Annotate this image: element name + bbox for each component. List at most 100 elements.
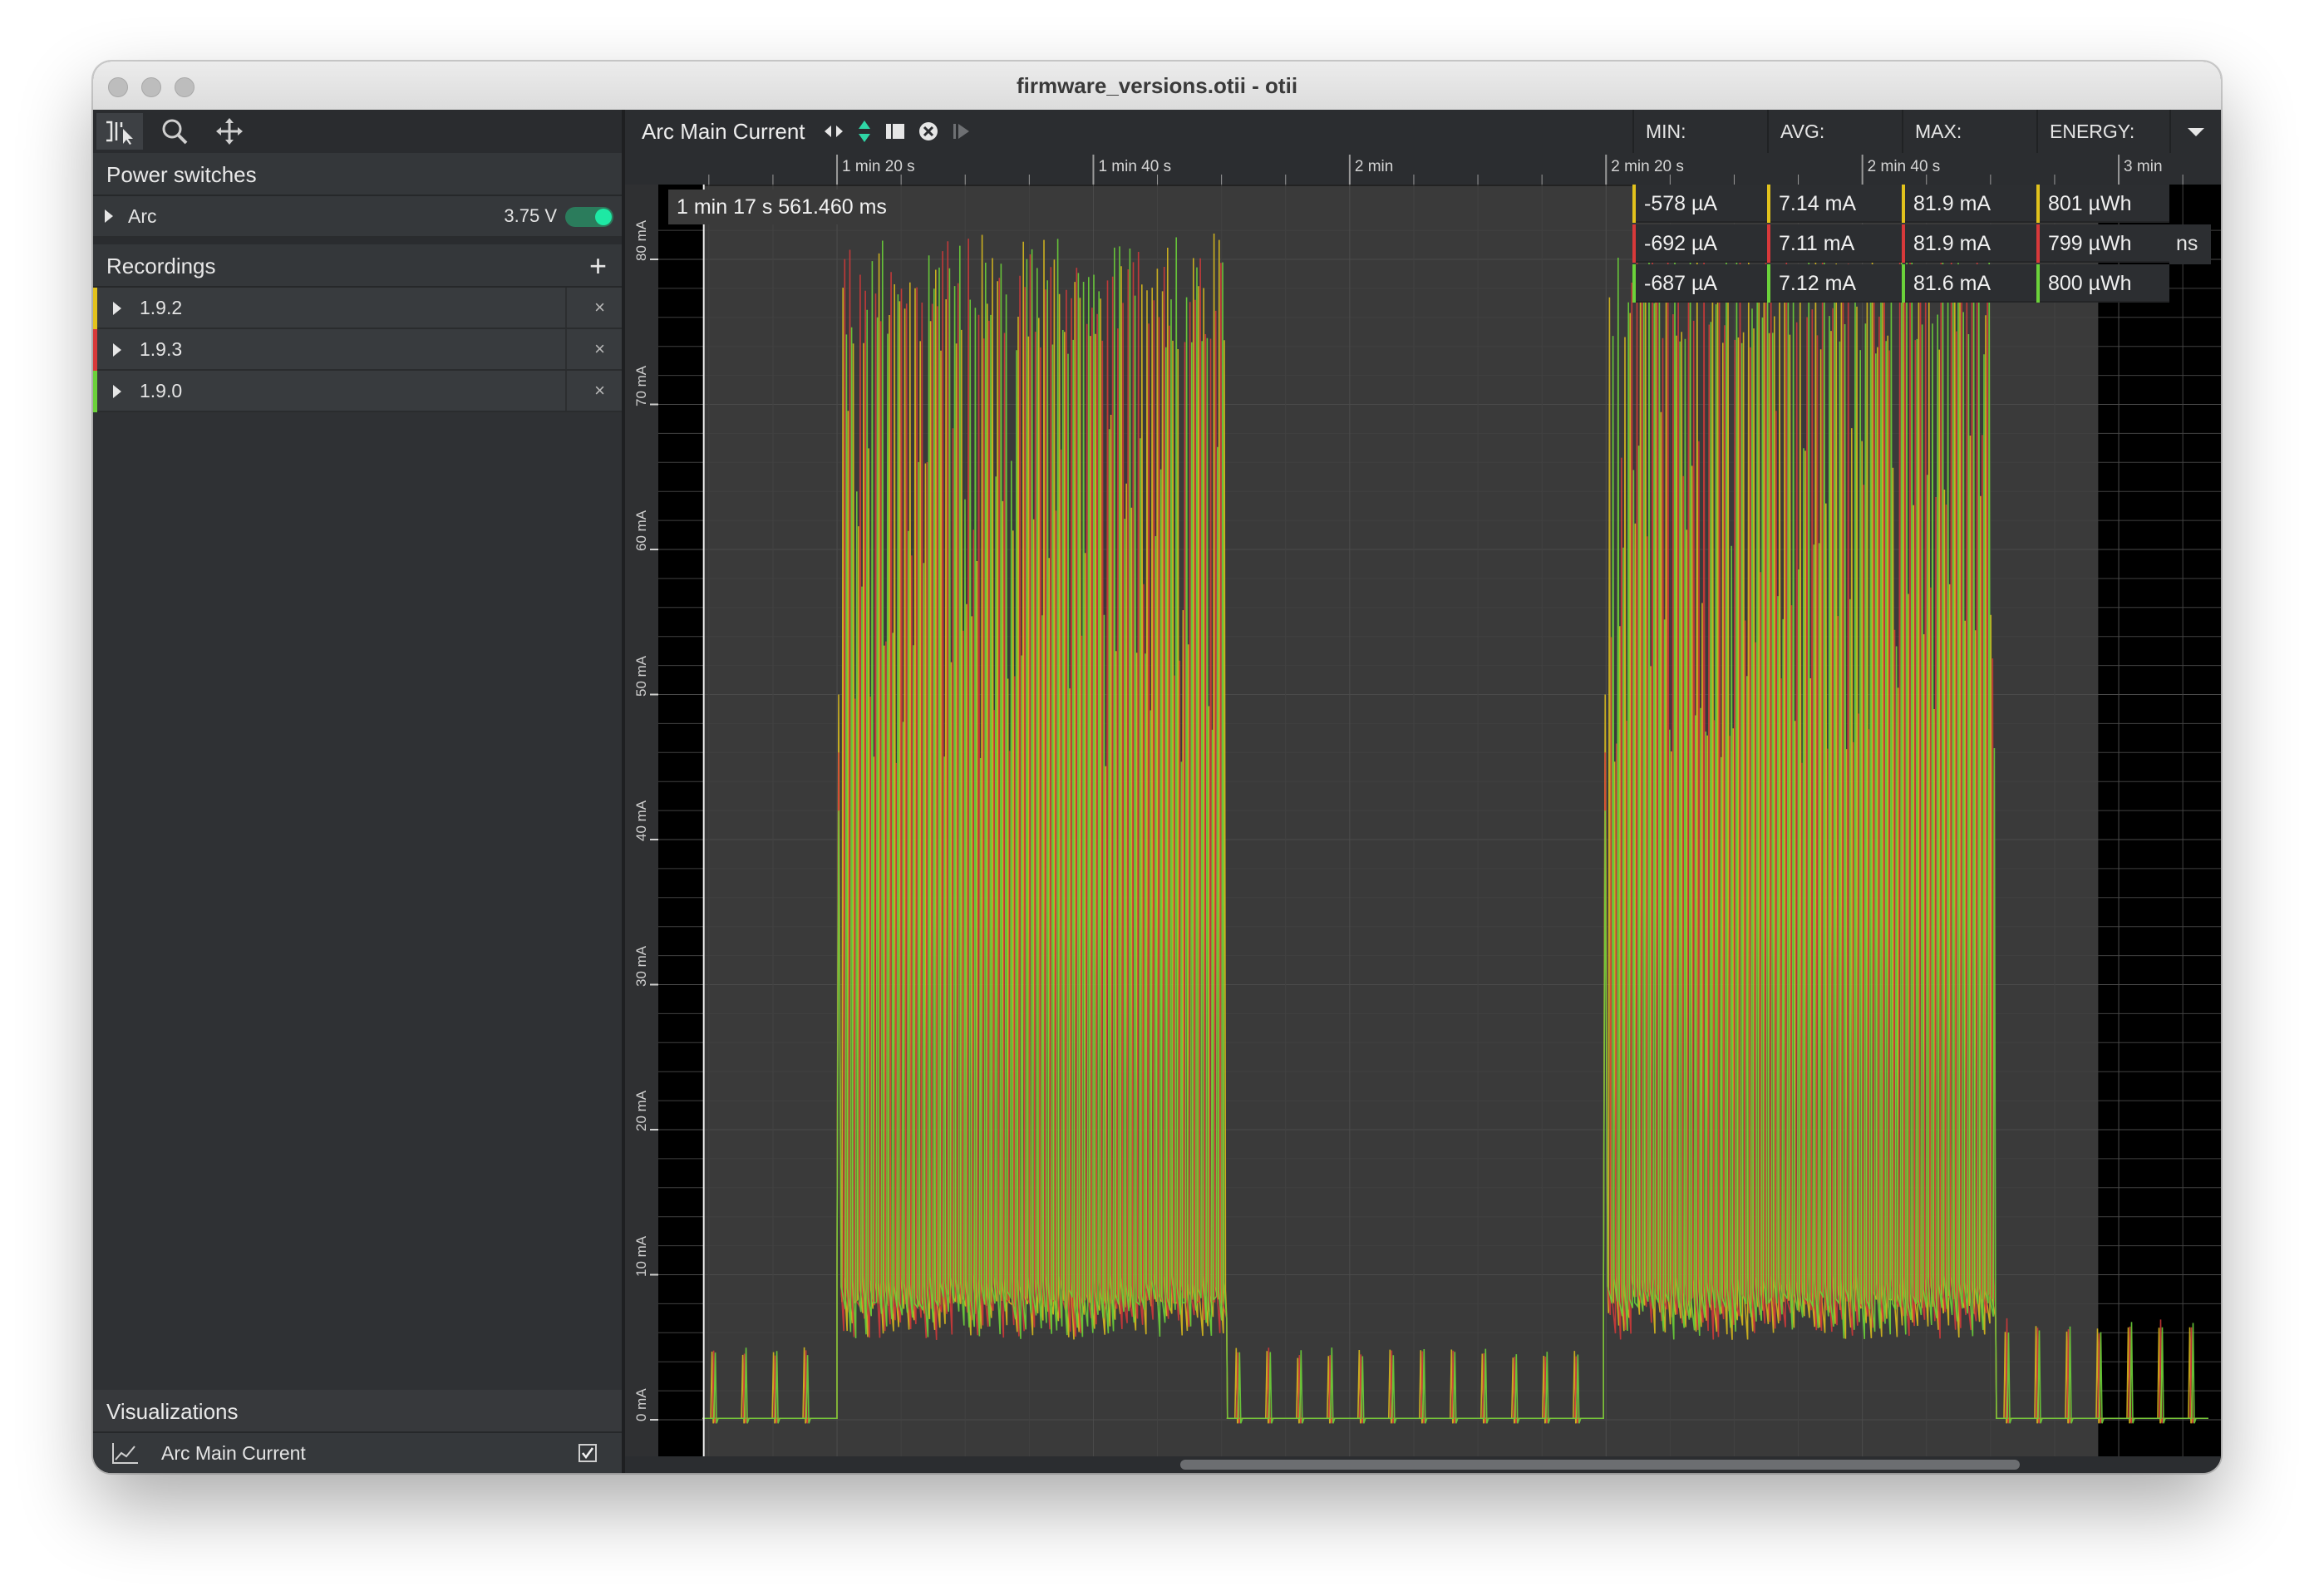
series-color-bar xyxy=(2036,264,2040,303)
recordings-header: Recordings + xyxy=(93,244,622,288)
device-name: Arc xyxy=(128,205,157,227)
cursor-time-label: 1 min 17 s 561.460 ms xyxy=(668,190,895,224)
stats-avg-cell: 7.14 mA xyxy=(1767,185,1902,223)
recording-color-swatch xyxy=(93,371,97,412)
recording-row[interactable]: 1.9.0 × xyxy=(93,371,622,412)
stats-max-cell: 81.9 mA xyxy=(1902,185,2036,223)
expand-arrow-icon[interactable] xyxy=(113,343,121,357)
series-color-bar xyxy=(1767,185,1770,223)
stats-header-min: MIN: xyxy=(1632,110,1762,153)
visualization-checkbox[interactable] xyxy=(578,1444,597,1462)
x-tick-label: 2 min xyxy=(1354,158,1394,175)
stats-max-value: 81.9 mA xyxy=(1913,232,1992,255)
power-toggle[interactable] xyxy=(565,207,613,227)
visualization-item[interactable]: Arc Main Current xyxy=(93,1433,622,1473)
series-color-bar xyxy=(1902,185,1905,223)
chevron-down-icon xyxy=(2188,128,2204,136)
sidebar: Power switches Arc 3.75 V Recordings + 1… xyxy=(93,110,622,1473)
x-tick-label: 2 min 20 s xyxy=(1611,158,1684,175)
tool-bar xyxy=(93,110,622,155)
recording-label: 1.9.0 xyxy=(140,380,183,401)
stats-max-cell: 81.6 mA xyxy=(1902,264,2036,303)
remove-recording-button[interactable]: × xyxy=(594,329,605,369)
series-color-bar xyxy=(1632,185,1636,223)
recording-label: 1.9.3 xyxy=(140,338,183,360)
plot-area[interactable]: 0 mA 10 mA 20 mA 30 mA 40 mA 50 mA 60 mA 70 mA 8… xyxy=(625,185,2221,1465)
recording-row[interactable]: 1.9.2 × xyxy=(93,288,622,329)
x-tick-label: 1 min 40 s xyxy=(1098,158,1172,175)
stats-max-value: 81.9 mA xyxy=(1913,192,1992,215)
pan-tool-icon xyxy=(216,118,243,145)
stats-table-icon[interactable] xyxy=(884,121,906,141)
time-ruler[interactable]: 1 min 20 s 1 min 40 s 2 min 2 min 20 s 2 min… xyxy=(625,153,2221,186)
horizontal-scrollbar[interactable] xyxy=(625,1456,2221,1473)
remove-recording-button[interactable]: × xyxy=(594,288,605,328)
fit-vertical-icon[interactable] xyxy=(856,120,873,143)
series-color-bar xyxy=(1767,264,1770,303)
row-separator xyxy=(565,329,567,369)
pan-tool-button[interactable] xyxy=(206,113,253,150)
play-step-icon[interactable] xyxy=(951,121,972,141)
y-tick-label: 0 mA xyxy=(633,1388,649,1421)
stats-dropdown-button[interactable] xyxy=(2169,110,2221,153)
current-plot[interactable] xyxy=(625,185,2221,1465)
stats-energy-cell: 799 µWh xyxy=(2036,224,2169,263)
y-tick-label: 40 mA xyxy=(633,800,649,841)
stats-min-value: -687 µA xyxy=(1644,272,1718,295)
recording-label: 1.9.2 xyxy=(140,297,183,318)
x-tick-label: 2 min 40 s xyxy=(1867,158,1941,175)
expand-arrow-icon[interactable] xyxy=(113,385,121,398)
y-tick-label: 20 mA xyxy=(633,1090,649,1131)
add-recording-button[interactable]: + xyxy=(589,244,607,288)
stats-avg-value: 7.12 mA xyxy=(1779,272,1857,295)
scrollbar-thumb[interactable] xyxy=(1180,1460,2020,1470)
visualizations-header: Visualizations xyxy=(93,1390,622,1433)
y-tick-label: 70 mA xyxy=(633,365,649,406)
row-separator xyxy=(565,371,567,411)
y-tick-label: 50 mA xyxy=(633,655,649,697)
out-of-range-region xyxy=(658,185,704,1465)
x-tick-label: 3 min xyxy=(2124,158,2163,175)
stats-header-max: MAX: xyxy=(1902,110,2036,153)
series-color-bar xyxy=(1632,224,1636,263)
series-color-bar xyxy=(1902,224,1905,263)
stats-avg-cell: 7.11 mA xyxy=(1767,224,1902,263)
out-of-range-region xyxy=(2098,185,2221,1465)
toggle-knob xyxy=(595,209,612,225)
visualization-label: Arc Main Current xyxy=(161,1442,306,1464)
title-bar: firmware_versions.otii - otii xyxy=(93,62,2221,111)
stats-energy-value: 800 µWh xyxy=(2048,272,2132,295)
stats-avg-value: 7.14 mA xyxy=(1779,192,1857,215)
stats-min-value: -578 µA xyxy=(1644,192,1718,215)
partial-label: ns xyxy=(2169,224,2211,264)
clear-close-icon[interactable] xyxy=(918,121,939,142)
recording-color-swatch xyxy=(93,288,97,329)
x-tick-label: 1 min 20 s xyxy=(842,158,915,175)
series-color-bar xyxy=(2036,224,2040,263)
line-chart-icon xyxy=(112,1443,138,1464)
window-title: firmware_versions.otii - otii xyxy=(1016,73,1298,98)
chart-panel: Arc Main Current MIN: AVG: MAX: ENERGY: … xyxy=(625,110,2221,1473)
power-switch-row-arc[interactable]: Arc 3.75 V xyxy=(93,196,622,238)
y-tick-label: 30 mA xyxy=(633,945,649,987)
expand-arrow-icon[interactable] xyxy=(113,302,121,315)
select-tool-button[interactable] xyxy=(96,113,143,150)
recording-row[interactable]: 1.9.3 × xyxy=(93,329,622,371)
chart-title: Arc Main Current xyxy=(642,119,805,144)
zoom-tool-button[interactable] xyxy=(151,113,198,150)
chart-header: Arc Main Current MIN: AVG: MAX: ENERGY: xyxy=(625,110,2221,153)
recording-color-swatch xyxy=(93,329,97,371)
expand-arrow-icon[interactable] xyxy=(105,209,113,223)
remove-recording-button[interactable]: × xyxy=(594,371,605,411)
stats-min-value: -692 µA xyxy=(1644,232,1718,255)
stats-energy-cell: 800 µWh xyxy=(2036,264,2169,303)
series-color-bar xyxy=(1902,264,1905,303)
series-color-bar xyxy=(1767,224,1770,263)
device-voltage: 3.75 V xyxy=(504,205,557,226)
recordings-title: Recordings xyxy=(106,254,216,278)
fit-horizontal-icon[interactable] xyxy=(823,121,844,141)
stats-max-cell: 81.9 mA xyxy=(1902,224,2036,263)
power-switches-header: Power switches xyxy=(93,153,622,196)
y-tick-label: 10 mA xyxy=(633,1235,649,1277)
stats-avg-value: 7.11 mA xyxy=(1779,232,1855,255)
